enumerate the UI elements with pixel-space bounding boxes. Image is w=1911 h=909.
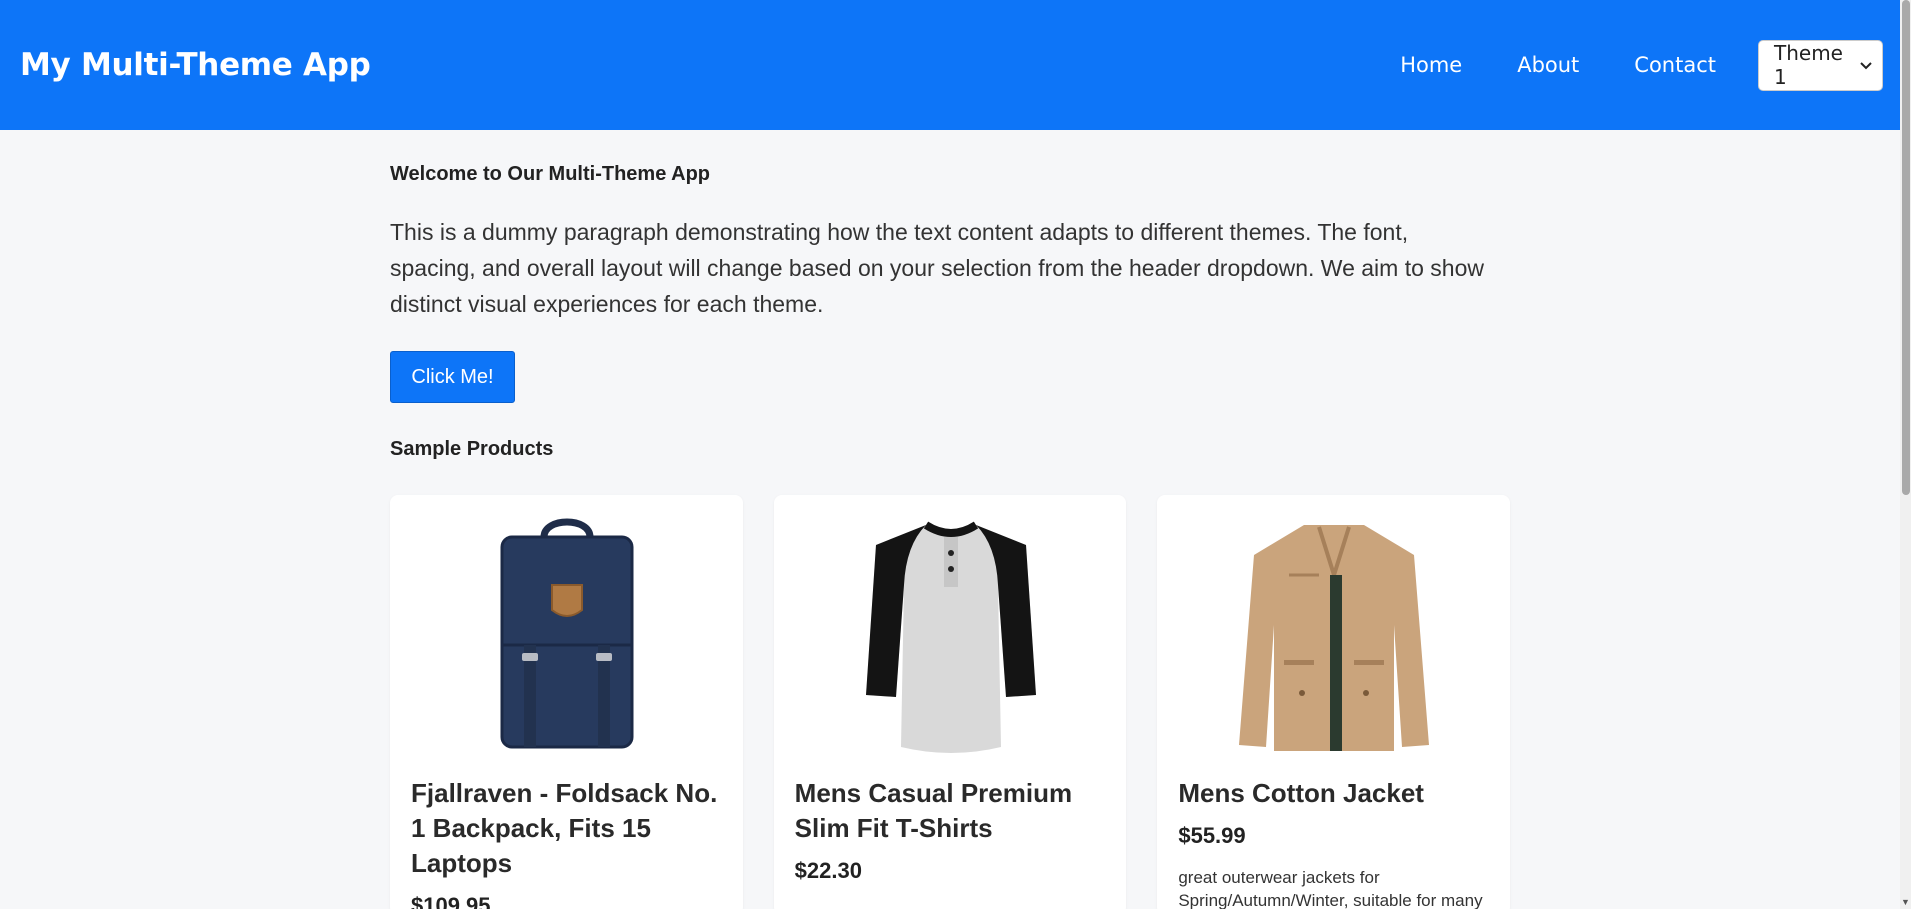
product-price: $22.30 [794, 858, 862, 883]
product-title[interactable]: Mens Cotton Jacket [1178, 776, 1490, 811]
welcome-heading: Welcome to Our Multi-Theme App [390, 163, 711, 185]
main-nav: Home About Contact Theme 1 [1400, 39, 1883, 91]
intro-paragraph: This is a dummy paragraph demonstrating … [390, 219, 1484, 317]
product-price: $55.99 [1178, 823, 1246, 848]
theme-select[interactable]: Theme 1 [1758, 39, 1883, 91]
nav-link-home[interactable]: Home [1400, 53, 1462, 77]
main-content: Welcome to Our Multi-Theme App This is a… [390, 130, 1511, 909]
product-price: $109.95 [411, 893, 491, 909]
product-card[interactable]: Mens Cotton Jacket $55.99 great outerwea… [1157, 495, 1511, 909]
scrollbar-thumb[interactable] [1902, 0, 1910, 495]
scroll-down-arrow-icon[interactable]: ▼ [1901, 897, 1910, 907]
product-title[interactable]: Fjallraven - Foldsack No. 1 Backpack, Fi… [411, 776, 723, 881]
product-description: great outerwear jackets for Spring/Autum… [1178, 868, 1483, 909]
backpack-image[interactable] [411, 515, 723, 755]
product-title[interactable]: Mens Casual Premium Slim Fit T-Shirts [795, 776, 1107, 846]
jacket-image[interactable] [1178, 515, 1490, 755]
theme-select-value: Theme 1 [1774, 41, 1843, 89]
nav-link-about[interactable]: About [1517, 53, 1579, 77]
nav-link-contact[interactable]: Contact [1634, 53, 1716, 77]
product-card[interactable]: Fjallraven - Foldsack No. 1 Backpack, Fi… [390, 495, 743, 909]
page-scrollbar[interactable]: ▼ [1900, 0, 1911, 909]
tshirt-image[interactable] [795, 515, 1107, 755]
products-heading: Sample Products [390, 438, 554, 460]
product-list: Fjallraven - Foldsack No. 1 Backpack, Fi… [390, 495, 1511, 909]
click-me-button[interactable]: Click Me! [390, 351, 515, 403]
chevron-down-icon [1860, 58, 1872, 74]
app-brand[interactable]: My Multi-Theme App [20, 47, 371, 83]
page: My Multi-Theme App Home About Contact Th… [0, 0, 1911, 909]
product-card[interactable]: Mens Casual Premium Slim Fit T-Shirts $2… [773, 495, 1127, 909]
app-header: My Multi-Theme App Home About Contact Th… [0, 0, 1900, 130]
